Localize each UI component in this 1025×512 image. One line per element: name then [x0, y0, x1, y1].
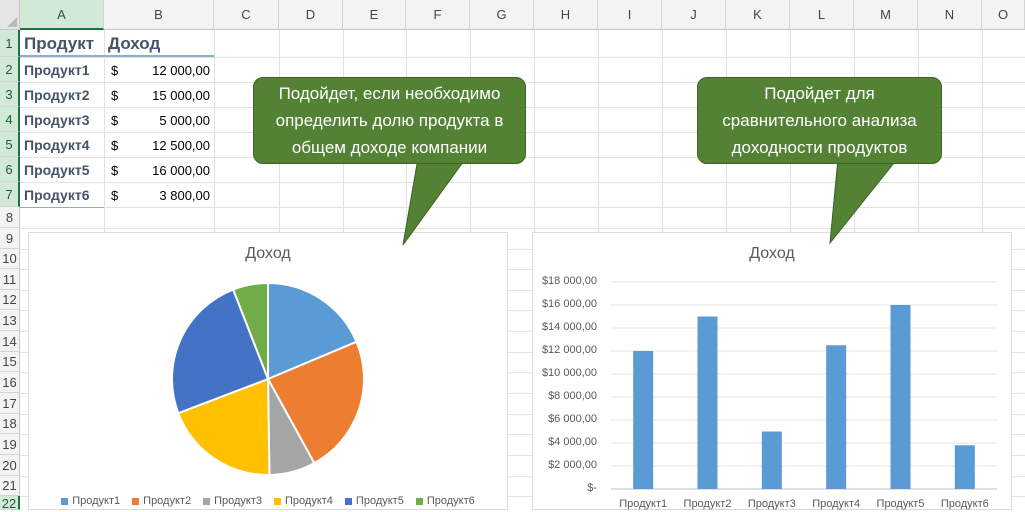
- callout-pie-line-1: Подойдет, если необходимо: [278, 84, 501, 103]
- callout-pie-line-2: определить долю продукта в: [275, 111, 504, 130]
- callout-pie: Подойдет, если необходимо определить дол…: [253, 77, 526, 164]
- callout-bar: Подойдет для сравнительного анализа дохо…: [697, 77, 942, 164]
- callout-pie-pointer: [402, 157, 467, 246]
- callout-bar-pointer: [829, 157, 900, 245]
- callout-bar-line-3: доходности продуктов: [731, 138, 908, 157]
- callout-pie-line-3: общем доходе компании: [291, 138, 488, 157]
- callout-bar-line-1: Подойдет для: [764, 84, 875, 103]
- callout-bar-line-2: сравнительного анализа: [722, 111, 917, 130]
